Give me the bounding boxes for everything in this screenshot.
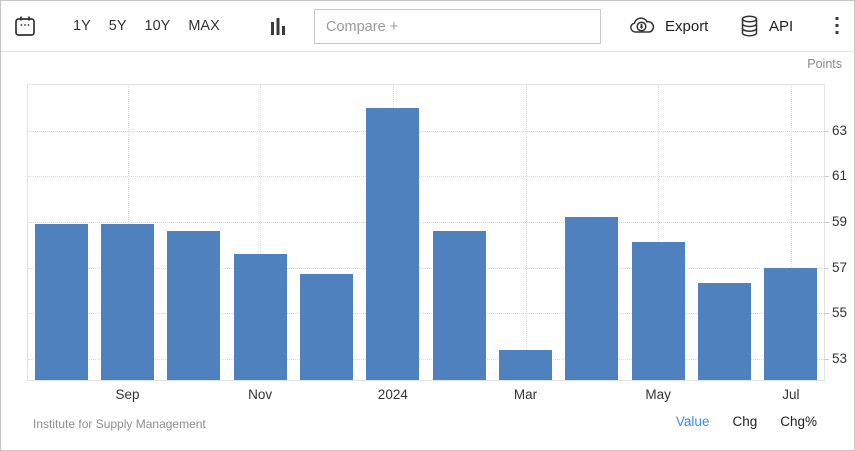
y-tick-label: 63	[832, 122, 848, 138]
range-button-10y[interactable]: 10Y	[145, 18, 171, 34]
bar	[300, 274, 353, 380]
api-label: API	[769, 17, 794, 35]
bar	[233, 253, 287, 380]
y-tick-mark	[824, 267, 829, 269]
chart-widget: 1Y 5Y 10Y MAX Compare + Export API Point…	[0, 0, 855, 451]
x-tick-label: Nov	[248, 387, 273, 402]
y-tick-mark	[824, 313, 829, 315]
kebab-menu-button[interactable]	[827, 1, 847, 51]
chart-toolbar: 1Y 5Y 10Y MAX Compare + Export API	[1, 1, 854, 52]
footer-link-value[interactable]: Value	[676, 414, 710, 429]
y-tick-mark	[824, 221, 829, 223]
bar	[167, 231, 221, 380]
x-tick-label: Jul	[782, 387, 800, 402]
calendar-icon	[13, 14, 37, 38]
y-axis-unit-label: Points	[807, 57, 842, 71]
y-tick-label: 55	[832, 305, 848, 321]
bar	[34, 224, 88, 380]
y-tick-label: 61	[832, 168, 848, 184]
display-mode-links: Value Chg Chg%	[676, 414, 817, 429]
y-tick-mark	[824, 176, 829, 178]
export-button[interactable]: Export	[628, 1, 708, 51]
x-tick-label: Mar	[513, 387, 538, 402]
range-button-5y[interactable]: 5Y	[109, 18, 127, 34]
range-button-1y[interactable]: 1Y	[73, 18, 91, 34]
bar	[499, 349, 552, 380]
y-tick-mark	[824, 130, 829, 132]
bar	[698, 283, 751, 380]
y-tick-label: 53	[832, 350, 848, 366]
compare-input[interactable]	[314, 9, 601, 44]
cloud-download-icon	[628, 16, 656, 36]
y-gridline	[28, 130, 824, 132]
chart-type-button[interactable]	[268, 17, 288, 35]
bar	[631, 242, 685, 380]
api-button[interactable]: API	[740, 1, 793, 51]
bar	[101, 224, 154, 380]
x-tick-label: May	[645, 387, 671, 402]
bar-chart-icon	[268, 17, 288, 35]
y-gridline	[28, 176, 824, 178]
source-label: Institute for Supply Management	[33, 417, 206, 431]
y-tick-label: 59	[832, 213, 848, 229]
x-tick-label: 2024	[377, 387, 408, 402]
compare-input-wrap	[314, 9, 601, 44]
y-tick-mark	[824, 358, 829, 360]
bar	[764, 267, 818, 380]
bar	[565, 217, 619, 380]
y-tick-label: 57	[832, 259, 848, 275]
kebab-menu-icon	[835, 17, 839, 35]
footer-link-chg[interactable]: Chg	[732, 414, 757, 429]
range-button-max[interactable]: MAX	[188, 18, 219, 34]
x-gridline	[525, 85, 527, 380]
export-label: Export	[665, 17, 709, 35]
x-tick-label: Sep	[115, 387, 140, 402]
database-icon	[740, 15, 759, 37]
y-gridline	[28, 221, 824, 223]
footer-link-chg-pct[interactable]: Chg%	[780, 414, 817, 429]
calendar-button[interactable]	[13, 14, 37, 38]
bar	[432, 231, 486, 380]
range-buttons: 1Y 5Y 10Y MAX	[73, 1, 220, 51]
bar	[366, 107, 420, 380]
plot-area: 53 55 57 59 61 63 Sep Nov 2024 Mar May Jul	[27, 84, 847, 402]
